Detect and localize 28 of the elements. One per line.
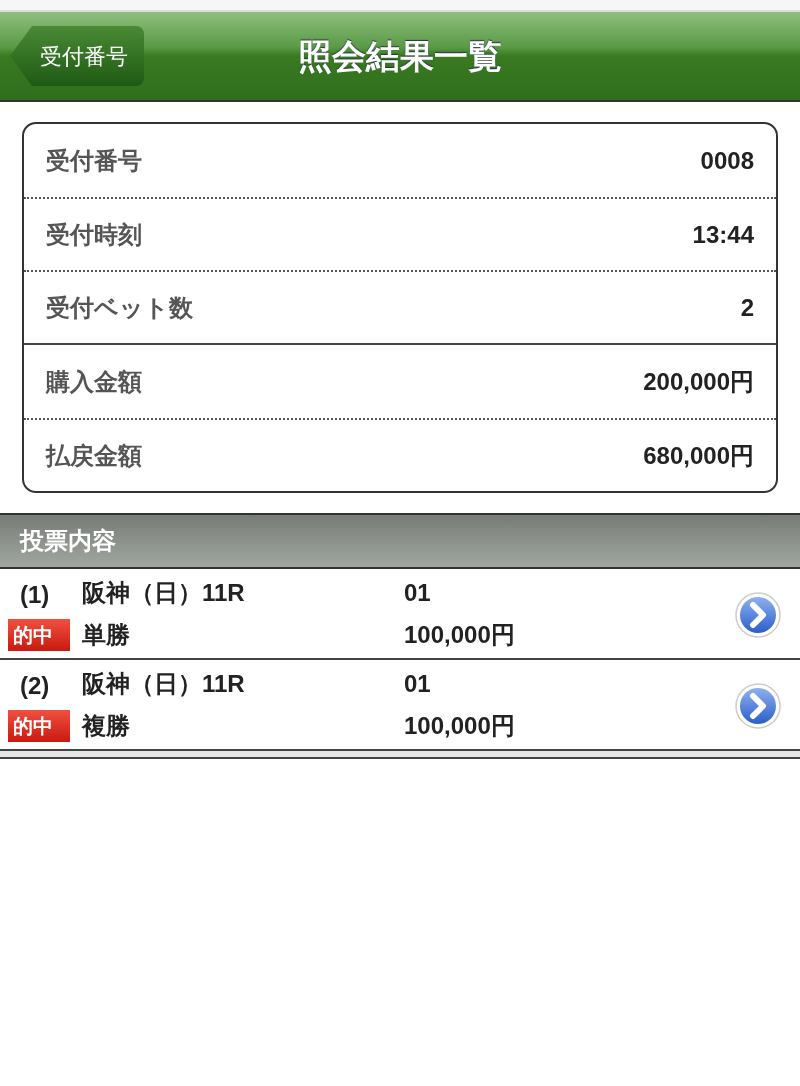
hit-badge: 的中 (8, 709, 70, 742)
field-label: 受付番号 (46, 145, 142, 176)
race-name: 阪神（日）11R (82, 668, 246, 699)
field-label: 購入金額 (46, 366, 142, 397)
back-button[interactable]: 受付番号 (10, 26, 144, 86)
bet-amount: 100,000円 (404, 619, 515, 650)
field-label: 払戻金額 (46, 440, 142, 471)
horse-number: 01 (404, 577, 432, 608)
bet-type: 複勝 (82, 710, 131, 741)
field-label: 受付時刻 (46, 219, 142, 250)
hit-badge: 的中 (8, 618, 70, 651)
field-value: 200,000円 (643, 366, 754, 397)
field-value: 2 (740, 292, 754, 323)
field-value: 0008 (700, 145, 754, 176)
bet-amount: 100,000円 (404, 710, 515, 741)
bet-number: (2) (19, 670, 51, 701)
chevron-right-icon[interactable] (734, 591, 782, 639)
bet-type: 単勝 (82, 619, 131, 650)
section-header: 投票内容 (0, 513, 800, 569)
field-value: 680,000円 (643, 440, 754, 471)
bet-number: (1) (19, 579, 51, 610)
bet-row[interactable]: (1) 的中 阪神（日）11R 単勝 01 100,000円 (0, 569, 800, 660)
field-label: 受付ベット数 (46, 292, 193, 323)
field-value: 13:44 (692, 219, 754, 250)
page-title: 照会結果一覧 (298, 35, 502, 77)
horse-number: 01 (404, 668, 432, 699)
race-name: 阪神（日）11R (82, 577, 246, 608)
chevron-right-icon[interactable] (734, 682, 782, 730)
